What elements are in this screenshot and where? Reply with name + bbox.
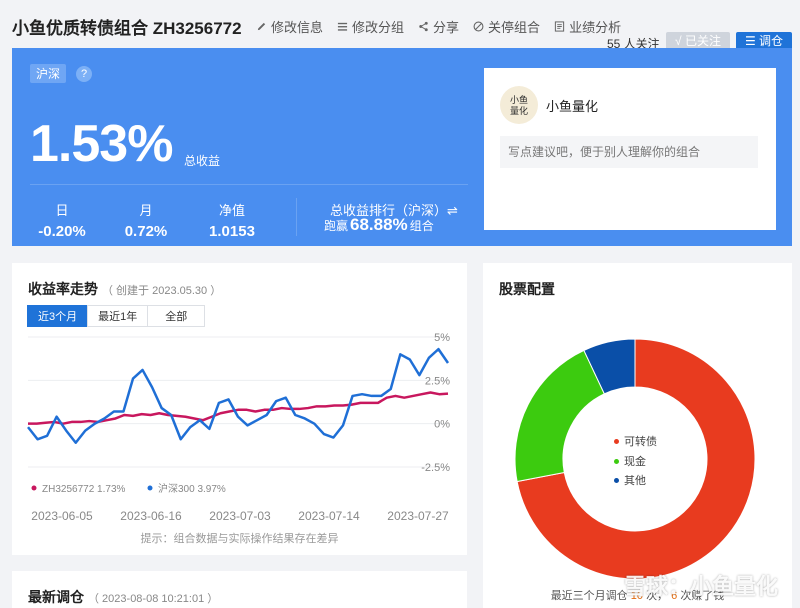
share-icon xyxy=(419,21,428,32)
performance-action[interactable]: 业绩分析 xyxy=(554,17,621,36)
month-return-label: 月 xyxy=(139,203,153,218)
legend-label: 沪深300 3.97% xyxy=(158,482,226,495)
legend-dot xyxy=(614,438,619,444)
stop-icon xyxy=(473,21,484,32)
total-return-label: 总收益 xyxy=(184,154,221,168)
x-tick-label: 2023-07-03 xyxy=(209,509,271,523)
series-line-portfolio xyxy=(28,391,449,425)
share-label: 分享 xyxy=(433,20,460,35)
legend-dot xyxy=(147,485,153,491)
legend-item-cash: 现金 xyxy=(614,453,646,469)
nav-label: 净值 xyxy=(218,203,245,218)
avatar[interactable]: 小鱼 量化 xyxy=(500,86,538,124)
close-portfolio-action[interactable]: 关停组合 xyxy=(473,17,540,36)
summary-banner: 沪深 ? 1.53% 总收益 日 -0.20% 月 0.72% 净值 1.015… xyxy=(12,48,792,246)
day-return-value: -0.20% xyxy=(38,223,86,240)
header-actions: 修改信息 修改分组 分享 关停组合 业绩分析 xyxy=(256,17,621,36)
legend-dot xyxy=(614,458,619,464)
latest-title-text: 最新调仓 xyxy=(28,589,84,605)
performance-label: 业绩分析 xyxy=(569,20,622,35)
trend-panel: 收益率走势（ 创建于 2023.05.30 ） 近3个月 最近1年 全部 5% 2… xyxy=(12,263,467,555)
series-line-index xyxy=(27,347,450,444)
legend-label: ZH3256772 1.73% xyxy=(42,484,126,495)
nav: 净值 1.0153 xyxy=(202,200,262,240)
latest-rebalance-panel: 最新调仓 （ 2023-08-08 10:21:01 ） xyxy=(12,571,467,608)
legend-dot xyxy=(31,485,37,491)
x-tick-label: 2023-07-27 xyxy=(387,509,449,523)
share-action[interactable]: 分享 xyxy=(418,17,459,36)
rank-row: 跑赢 68.88% 组合 xyxy=(324,215,434,235)
edit-info-action[interactable]: 修改信息 xyxy=(256,17,323,36)
latest-title: 最新调仓 （ 2023-08-08 10:21:01 ） xyxy=(28,587,218,607)
legend-dot xyxy=(614,477,619,483)
pencil-icon xyxy=(257,22,266,31)
x-tick-label: 2023-07-14 xyxy=(298,509,360,523)
divider xyxy=(30,184,468,185)
rank-suffix: 组合 xyxy=(409,219,434,233)
close-portfolio-label: 关停组合 xyxy=(488,20,541,35)
return-chart: 5% 2.5% 0% -2.5% ZH3256772 1.73% 沪深300 3.97% 2… xyxy=(27,332,450,523)
y-tick-label: 2.5% xyxy=(425,375,450,387)
y-tick-label: 0% xyxy=(434,419,450,431)
y-tick-label: -2.5% xyxy=(421,462,450,474)
sliders-icon: ☰ xyxy=(744,34,756,48)
rebalance-label: 调仓 xyxy=(759,34,784,48)
portfolio-title: 小鱼优质转债组合 ZH3256772 xyxy=(12,19,242,38)
legend-item-convertible: 可转债 xyxy=(614,433,657,449)
legend-label: 可转债 xyxy=(624,436,657,448)
day-return-label: 日 xyxy=(55,203,69,218)
y-tick-label: 5% xyxy=(434,332,450,344)
chart-hint: 提示：组合数据与实际操作结果存在差异 xyxy=(140,533,339,545)
edit-group-action[interactable]: 修改分组 xyxy=(337,17,404,36)
help-icon[interactable]: ? xyxy=(76,66,92,82)
edit-info-label: 修改信息 xyxy=(271,20,324,35)
watermark: 雪球：小鱼量化 xyxy=(623,574,778,599)
legend-item-other: 其他 xyxy=(614,472,646,488)
page-header: 小鱼优质转债组合 ZH3256772 修改信息 修改分组 分享 关停组合 业绩分… xyxy=(0,0,800,51)
market-badge: 沪深 xyxy=(30,64,67,83)
donut-slice-1 xyxy=(514,349,606,483)
x-tick-label: 2023-06-05 xyxy=(31,509,93,523)
note-input[interactable]: 写点建议吧，便于别人理解你的组合 xyxy=(500,136,758,168)
x-tick-label: 2023-06-16 xyxy=(120,509,182,523)
list-icon xyxy=(337,22,348,31)
rank-prefix: 跑赢 xyxy=(324,219,349,233)
manager-name[interactable]: 小鱼量化 xyxy=(546,96,598,115)
summary-prefix: 最近三个月调仓 xyxy=(550,590,628,602)
legend-label: 其他 xyxy=(624,475,646,487)
legend-label: 现金 xyxy=(624,456,646,468)
edit-group-label: 修改分组 xyxy=(352,20,405,35)
latest-time: （ 2023-08-08 10:21:01 ） xyxy=(88,593,219,605)
month-return: 月 0.72% xyxy=(120,200,172,240)
total-return-value: 1.53% xyxy=(30,115,173,173)
rank-value: 68.88% xyxy=(350,215,408,234)
avatar-text-bottom: 量化 xyxy=(510,105,528,117)
manager-card: 小鱼 量化 小鱼量化 写点建议吧，便于别人理解你的组合 xyxy=(484,68,776,230)
avatar-text-top: 小鱼 xyxy=(510,94,528,106)
month-return-value: 0.72% xyxy=(124,223,168,240)
divider-vertical xyxy=(296,198,297,236)
day-return: 日 -0.20% xyxy=(36,200,88,240)
nav-value: 1.0153 xyxy=(209,223,255,240)
document-icon xyxy=(554,21,565,32)
